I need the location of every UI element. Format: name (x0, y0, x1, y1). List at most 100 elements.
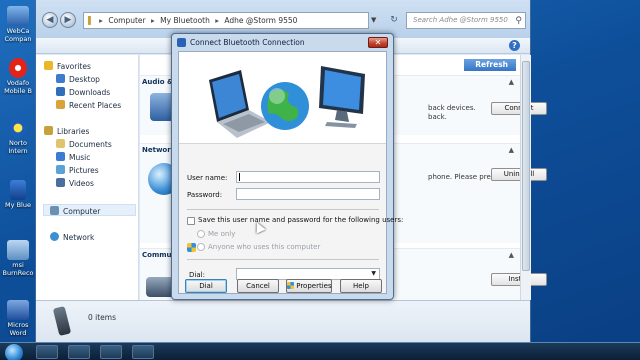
desktop-icon-label: msi (12, 261, 24, 269)
back-button[interactable]: ◀ (42, 12, 58, 28)
nav-documents[interactable]: Documents (56, 139, 112, 149)
dialog-banner (179, 52, 386, 144)
uninstall-button[interactable]: Uninstall (491, 168, 547, 181)
nav-label: Music (69, 153, 91, 162)
username-label: User name: (187, 174, 228, 182)
nav-label: Videos (69, 179, 94, 188)
desktop-icon-label: Norto (8, 139, 28, 147)
vodafone-icon (9, 58, 27, 78)
computer-icon (50, 206, 59, 215)
audio-section-title: Audio & (142, 78, 174, 86)
webcam-icon (7, 6, 29, 26)
desktop-icon-label: Compan (4, 35, 32, 43)
nav-label: Documents (69, 140, 112, 149)
nav-computer[interactable]: Computer (50, 206, 100, 216)
nav-downloads[interactable]: Downloads (56, 87, 110, 97)
taskbar-media-button[interactable] (68, 345, 90, 359)
breadcrumb-computer[interactable]: Computer (108, 16, 145, 25)
nav-libraries[interactable]: Libraries (44, 126, 89, 136)
anyone-radio[interactable] (197, 243, 205, 251)
refresh-icon[interactable]: ↻ (386, 12, 402, 29)
desktop-icon-msi[interactable]: msi BurnReco (0, 240, 36, 277)
properties-label: Properties (296, 282, 332, 290)
nav-label: Computer (63, 207, 101, 216)
dial-button[interactable]: Dial (185, 279, 227, 293)
nav-label: Downloads (69, 88, 111, 97)
search-icon[interactable]: ⚲ (515, 14, 522, 28)
chevron-down-icon: ▼ (371, 270, 376, 277)
password-label: Password: (187, 191, 223, 199)
desktop-icon-vodafone[interactable]: Vodafo Mobile B (0, 58, 36, 95)
nav-label: Desktop (69, 75, 100, 84)
install-button[interactable]: Install (491, 273, 547, 286)
desktop-icon-label: Mobile B (4, 87, 32, 95)
search-input[interactable]: Search Adhe @Storm 9550 ⚲ (406, 12, 526, 29)
nav-label: Libraries (57, 127, 90, 136)
desktop-icon-label: My Blue (5, 201, 31, 209)
dialog-body: User name: Password: Save this user name… (178, 51, 403, 294)
breadcrumb-device[interactable]: Adhe @Storm 9550 (224, 16, 297, 25)
refresh-button[interactable]: Refresh (464, 59, 516, 71)
nav-music[interactable]: Music (56, 152, 90, 162)
save-credentials-checkbox[interactable] (187, 217, 195, 225)
collapse-icon[interactable]: ▲ (509, 78, 514, 86)
address-bar[interactable]: ▌ ▸ Computer ▸ My Bluetooth ▸ Adhe @Stor… (83, 12, 369, 29)
desktop-icon-label: Word (9, 329, 27, 337)
nav-videos[interactable]: Videos (56, 178, 94, 188)
nav-recent-places[interactable]: Recent Places (56, 100, 121, 110)
breadcrumb-separator: ▸ (151, 16, 155, 25)
forward-button[interactable]: ▶ (60, 12, 76, 28)
collapse-icon[interactable]: ▲ (509, 146, 514, 154)
collapse-icon[interactable]: ▲ (509, 251, 514, 259)
folder-icon: ▌ (88, 16, 94, 25)
start-button[interactable] (5, 344, 23, 360)
text-caret (239, 173, 240, 181)
nav-label: Recent Places (69, 101, 122, 110)
search-placeholder: Search Adhe @Storm 9550 (413, 16, 508, 24)
desktop-icon-label: WebCa (6, 27, 30, 35)
network-description: phone. Please pres (428, 173, 495, 181)
pictures-icon (56, 165, 65, 174)
help-button[interactable]: Help (340, 279, 382, 293)
audio-description: back. (428, 113, 447, 121)
music-icon (56, 152, 65, 161)
nav-network[interactable]: Network (50, 232, 94, 242)
help-icon[interactable]: ? (509, 40, 520, 51)
breadcrumb-my-bluetooth[interactable]: My Bluetooth (160, 16, 210, 25)
videos-icon (56, 178, 65, 187)
separator (187, 209, 379, 210)
me-only-label: Me only (208, 230, 236, 238)
downloads-icon (56, 87, 65, 96)
save-credentials-label: Save this user name and password for the… (198, 216, 404, 224)
close-button[interactable]: ✕ (368, 37, 388, 48)
phone-icon (52, 305, 72, 337)
nav-label: Favorites (57, 62, 91, 71)
password-field[interactable] (236, 188, 380, 200)
nav-label: Network (63, 233, 95, 242)
desktop-icon-norton[interactable]: Norto Intern (0, 118, 36, 155)
separator (187, 259, 379, 260)
taskbar (0, 342, 640, 360)
items-count: 0 items (88, 313, 117, 322)
username-field[interactable] (236, 171, 380, 183)
taskbar-explorer-button[interactable] (100, 345, 122, 359)
vertical-scrollbar[interactable] (520, 55, 531, 300)
taskbar-ie-button[interactable] (36, 345, 58, 359)
connect-button[interactable]: Connect (491, 102, 547, 115)
libraries-icon (44, 126, 53, 135)
me-only-radio[interactable] (197, 230, 205, 238)
nav-desktop[interactable]: Desktop (56, 74, 100, 84)
nav-pictures[interactable]: Pictures (56, 165, 99, 175)
taskbar-bluetooth-button[interactable] (132, 345, 154, 359)
scrollbar-thumb[interactable] (522, 61, 530, 271)
properties-button[interactable]: Properties (286, 279, 332, 293)
nav-favorites[interactable]: Favorites (44, 61, 91, 71)
cancel-button[interactable]: Cancel (237, 279, 279, 293)
desktop-icon-my-bluetooth[interactable]: My Blue (0, 180, 36, 209)
navigation-pane: Favorites Desktop Downloads Recent Place… (36, 55, 139, 300)
desktop-icon-webcam[interactable]: WebCa Compan (0, 6, 36, 43)
dial-label: Dial: (189, 271, 205, 279)
desktop-icon-word[interactable]: Micros Word (0, 300, 36, 337)
address-dropdown-icon[interactable]: ▼ (371, 12, 381, 29)
connect-bluetooth-dialog: Connect Bluetooth Connection ✕ User name… (171, 33, 403, 300)
